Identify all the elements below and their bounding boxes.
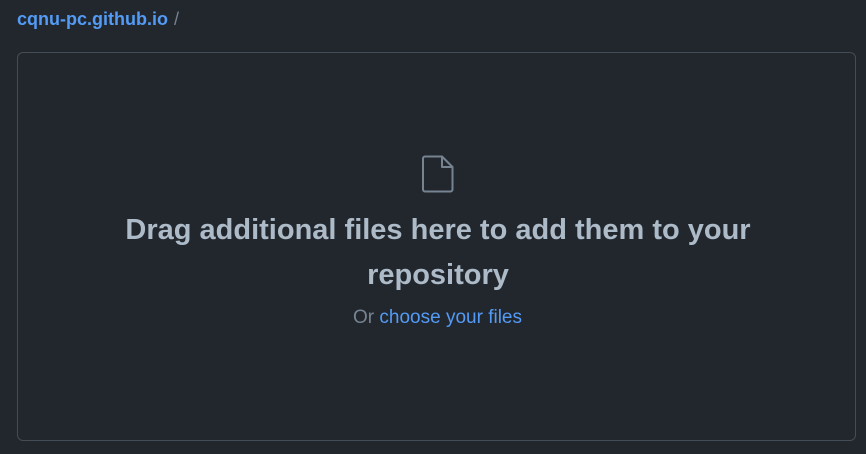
repo-link[interactable]: cqnu-pc.github.io — [17, 7, 168, 31]
or-text: Or — [353, 307, 375, 328]
file-dropzone[interactable]: Drag additional files here to add them t… — [17, 52, 856, 441]
file-icon — [422, 155, 454, 193]
dropzone-subline: Or choose your files — [18, 307, 857, 329]
dropzone-headline: Drag additional files here to add them t… — [125, 214, 751, 291]
breadcrumb: cqnu-pc.github.io / — [17, 7, 179, 31]
choose-files-link[interactable]: choose your files — [379, 307, 522, 328]
breadcrumb-separator: / — [173, 9, 179, 29]
